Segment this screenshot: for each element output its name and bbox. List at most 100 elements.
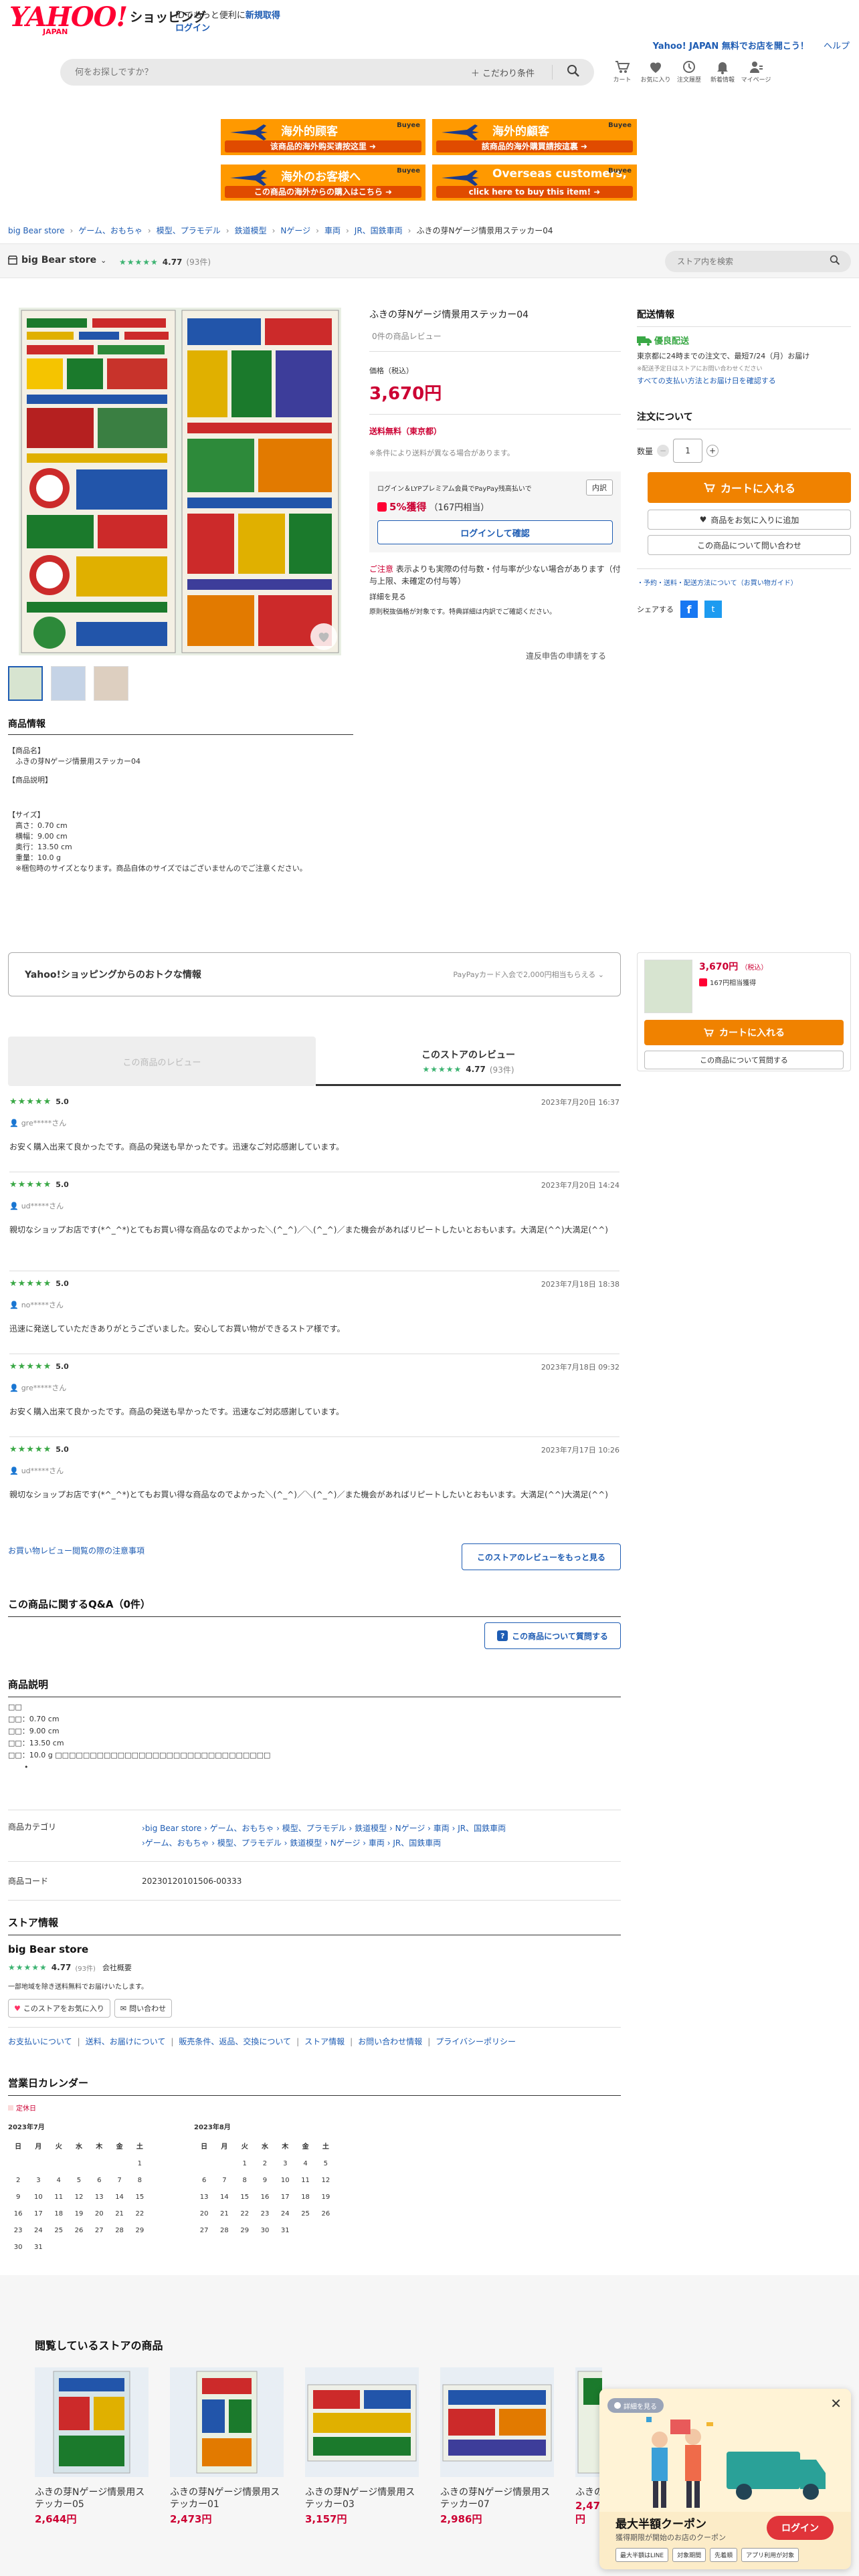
review-count-link[interactable]: 0件の商品レビュー [372,330,442,342]
close-icon[interactable]: ✕ [830,2395,842,2411]
filter-button[interactable]: ＋ こだわり条件 [471,66,535,79]
calendar-weekday: 水 [75,2143,82,2151]
qty-plus-button[interactable]: + [706,445,719,457]
follow-store-button[interactable]: ♥ このストアをお気に入り [8,1999,110,2018]
login-confirm-button[interactable]: ログインして確認 [377,520,613,544]
product-card[interactable]: ふきの芽Nゲージ情景用ステッカー03 3,157円 [305,2367,419,2526]
breadcrumb-item[interactable]: JR、国鉄車両 [355,225,403,236]
product-thumbnail[interactable] [8,666,43,701]
buyee-banner-en[interactable]: Overseas customers, Buyee click here to … [432,165,637,201]
mypage-nav[interactable]: マイページ [740,59,772,84]
store-name-menu[interactable]: big Bear store ⌄ [8,255,106,265]
calendar-day [8,2160,28,2167]
category-path-link[interactable]: ›big Bear store › ゲーム、おもちゃ › 模型、プラモデル › … [142,1821,506,1836]
deals-accordion[interactable]: Yahoo!ショッピングからのおトクな情報 PayPayカード入会で2,000円… [8,952,621,996]
search-icon[interactable] [819,255,851,268]
signup-link[interactable]: 新規取得 [246,11,280,21]
qty-minus-button[interactable]: − [657,445,670,457]
ask-question-button[interactable]: ? この商品について質問する [484,1622,621,1649]
calendar-day: 15 [240,2193,250,2201]
twitter-icon[interactable]: t [704,601,722,618]
favorite-heart-button[interactable] [310,623,337,650]
product-summary: ふきの芽Nゲージ情景用ステッカー04 0件の商品レビュー 価格（税込） 3,67… [369,308,621,616]
review-policy-link[interactable]: お買い物レビュー閲覧の際の注意事項 [8,1545,145,1556]
calendar-day [109,2160,129,2167]
calendar-day: 27 [94,2227,104,2234]
coupon-details-pill[interactable]: 詳細を見る [607,2398,664,2413]
mini-cart-question-button[interactable]: この商品について質問する [644,1051,844,1069]
search-input[interactable] [60,59,471,86]
favorites-nav[interactable]: お気に入り [640,59,672,84]
calendar-day: 8 [137,2177,142,2184]
calendar-day: 1 [242,2160,247,2167]
breadcrumb-item[interactable]: big Bear store [8,226,64,235]
add-to-cart-button[interactable]: カートに入れる [648,472,851,503]
product-card[interactable]: ふきの芽Nゲージ情景用ステ 2,473円 [575,2367,602,2526]
history-nav[interactable]: 注文履歴 [673,59,705,84]
mini-cart-add-button[interactable]: カートに入れる [644,1020,844,1045]
product-card[interactable]: ふきの芽Nゲージ情景用ステッカー05 2,644円 [35,2367,149,2526]
rating-stars: ★★★★★ [9,1362,52,1372]
contact-store-button[interactable]: ✉ 問い合わせ [114,1999,173,2018]
detail-link[interactable]: 詳細を見る [369,591,621,602]
calendar-day [214,2160,234,2167]
search-icon[interactable] [553,64,594,80]
breadcrumb-item[interactable]: ゲーム、おもちゃ [78,225,142,236]
product-main-image[interactable] [19,308,341,655]
store-search-input[interactable] [665,257,819,266]
policy-link[interactable]: お問い合わせ情報 [358,2036,422,2047]
add-favorite-button[interactable]: ♥ 商品をお気に入りに追加 [648,510,851,530]
store-name-link[interactable]: big Bear store [8,1943,621,1955]
review-tab-product[interactable]: この商品のレビュー [8,1037,316,1086]
product-card[interactable]: ふきの芽Nゲージ情景用ステッカー01 2,473円 [170,2367,284,2526]
mini-cart-thumbnail [644,960,692,1013]
review-tab-store[interactable]: このストアのレビュー ★★★★★ 4.77 (93件) [316,1037,621,1086]
breadcrumb-item[interactable]: Nゲージ [280,225,310,236]
calendar-day: 8 [242,2177,247,2184]
facebook-icon[interactable]: f [680,601,698,618]
category-path-link[interactable]: ›ゲーム、おもちゃ › 模型、プラモデル › 鉄道模型 › Nゲージ › 車両 … [142,1836,506,1850]
quantity-input[interactable]: 1 [673,439,703,463]
calendar-day: 13 [199,2193,209,2201]
buyee-banner-cn-traditional[interactable]: 海外的顧客 Buyee 該商品的海外購買請按這裏 ➜ [432,119,637,155]
login-link[interactable]: ログイン [175,23,210,33]
calendar-day [89,2160,109,2167]
calendar-day: 1 [137,2160,142,2167]
product-thumbnail[interactable] [51,666,86,701]
calendar-day: 6 [97,2177,102,2184]
rating-stars: ★★★★★ [422,1065,462,1074]
inquiry-button[interactable]: この商品について問い合わせ [648,535,851,555]
buyee-banner-ja[interactable]: 海外のお客様へ Buyee この商品の海外からの購入はこちら ➜ [221,165,425,201]
policy-link[interactable]: 販売条件、返品、交換について [179,2036,291,2047]
help-link[interactable]: ヘルプ [824,41,850,51]
calendar-day: 17 [34,2210,43,2218]
policy-link[interactable]: お支払いについて [8,2036,72,2047]
breadcrumb-item[interactable]: 車両 [324,225,341,236]
more-store-reviews-button[interactable]: このストアのレビューをもっと見る [462,1543,621,1570]
company-profile-link[interactable]: 会社概要 [102,1962,132,1973]
report-link[interactable]: 違反申告の申請をする [526,650,606,661]
logo-japan: JAPAN [43,27,68,36]
product-thumbnail[interactable] [94,666,128,701]
policy-link[interactable]: ストア情報 [304,2036,345,2047]
breadcrumb-item[interactable]: 模型、プラモデル [157,225,221,236]
coupon-popup[interactable]: 詳細を見る ✕ 最大半額クーポン 獲得期限が開始のお店のクーポン ログイン 最大… [599,2389,851,2569]
notifications-nav[interactable]: 新着情報 [706,59,739,84]
shipping-guide-link[interactable]: ・予約・送料・配送方法について（お買い物ガイド） [637,577,851,587]
policy-link[interactable]: プライバシーポリシー [436,2036,516,2047]
product-card[interactable]: ふきの芽Nゲージ情景用ステッカー07 2,986円 [440,2367,554,2526]
product-info-text: 【商品名】 ふきの芽Nゲージ情景用ステッカー04 【商品説明】 【サイズ】 高さ… [8,746,307,873]
coupon-login-button[interactable]: ログイン [767,2516,834,2540]
store-rating[interactable]: ★★★★★ 4.77 (93件) [119,256,211,267]
breadcrumb-item[interactable]: 鉄道模型 [235,225,267,236]
cart-nav[interactable]: カート [606,59,638,84]
open-store-link[interactable]: Yahoo! JAPAN 無料でお店を開こう！ [653,41,809,51]
store-search [665,251,851,272]
description-section: 商品説明 □□ □□：0.70 cm □□：9.00 cm □□：13.50 c… [8,1677,621,1901]
points-breakdown-button[interactable]: 内訳 [586,479,613,496]
delivery-options-link[interactable]: すべての支払い方法とお届け日を確認する [637,375,851,386]
policy-link[interactable]: 送料、お届けについて [86,2036,166,2047]
calendar-day: 18 [301,2193,310,2201]
buyee-banner-cn-simplified[interactable]: 海外的顾客 Buyee 该商品的海外购买请按这里 ➜ [221,119,425,155]
avatar-icon: 👤 [9,1201,19,1210]
